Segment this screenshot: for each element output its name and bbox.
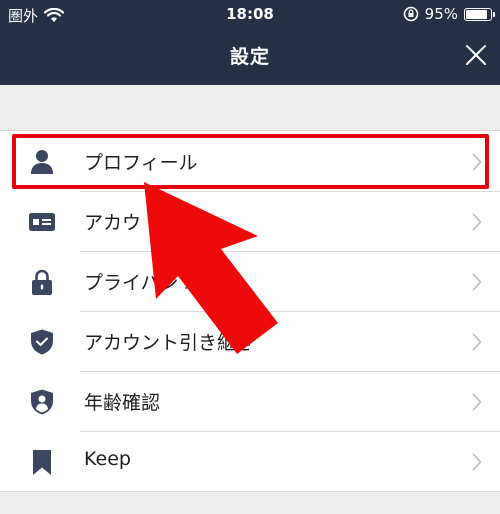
chevron-right-icon bbox=[472, 153, 482, 171]
chevron-right-icon bbox=[472, 213, 482, 231]
settings-item-age-verification[interactable]: 年齢確認 bbox=[0, 371, 500, 431]
id-card-icon bbox=[29, 213, 55, 231]
settings-item-account[interactable]: アカウ bbox=[0, 191, 500, 251]
nav-bar: 圏外 18:08 95% 設定 bbox=[0, 0, 500, 85]
battery-percent: 95% bbox=[424, 5, 458, 23]
orientation-lock-icon bbox=[403, 6, 418, 22]
settings-item-label: アカウ bbox=[84, 212, 142, 234]
settings-item-privacy[interactable]: プライバシ 理 bbox=[0, 251, 500, 311]
settings-item-label: Keep bbox=[84, 448, 131, 470]
chevron-right-icon bbox=[472, 393, 482, 411]
chevron-right-icon bbox=[472, 453, 482, 471]
bookmark-icon bbox=[33, 450, 51, 475]
battery-icon bbox=[464, 7, 495, 21]
settings-item-keep[interactable]: Keep bbox=[0, 431, 500, 491]
settings-item-label: プライバシ 理 bbox=[84, 272, 204, 294]
settings-item-profile[interactable]: プロフィール bbox=[0, 131, 500, 191]
person-icon bbox=[31, 150, 53, 174]
lock-icon bbox=[32, 269, 52, 295]
shield-check-icon bbox=[31, 329, 53, 355]
status-bar: 圏外 18:08 95% bbox=[0, 0, 500, 28]
page-title: 設定 bbox=[229, 46, 270, 68]
chevron-right-icon bbox=[472, 333, 482, 351]
settings-item-label: 年齢確認 bbox=[84, 392, 161, 414]
settings-item-label: アカウント引き継ぎ bbox=[84, 332, 256, 354]
shield-person-icon bbox=[31, 389, 53, 415]
settings-list: プロフィール アカウ プライバシ 理 アカウント引き継ぎ 年齢確認 Keep bbox=[0, 130, 500, 492]
close-icon[interactable] bbox=[464, 43, 488, 67]
chevron-right-icon bbox=[472, 273, 482, 291]
settings-item-account-transfer[interactable]: アカウント引き継ぎ bbox=[0, 311, 500, 371]
settings-item-label: プロフィール bbox=[84, 152, 198, 174]
